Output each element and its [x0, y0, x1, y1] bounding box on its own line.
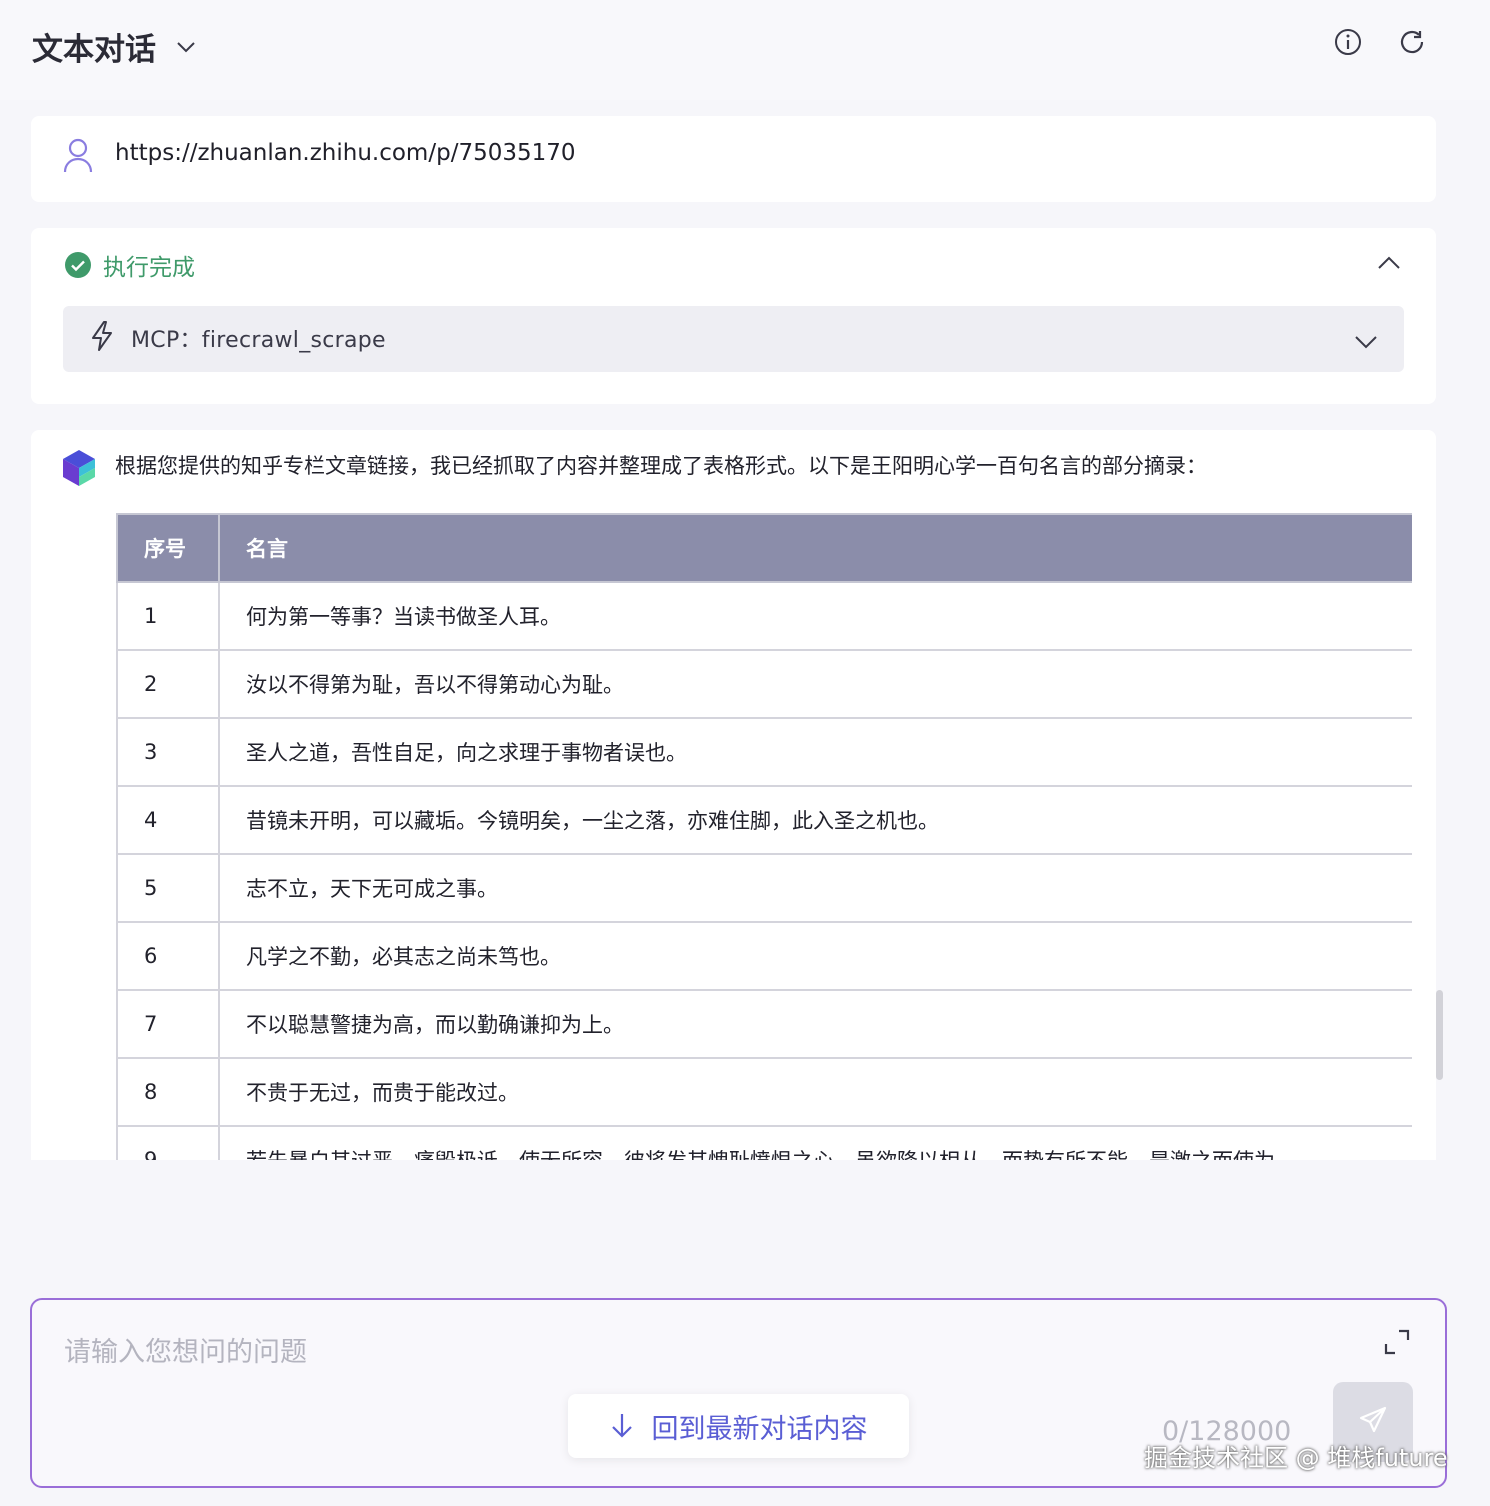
- row-index: 1: [116, 581, 220, 651]
- row-quote: 汝以不得第为耻，吾以不得第动心为耻。: [218, 649, 1412, 719]
- column-header-index: 序号: [116, 513, 220, 583]
- app-header: 文本对话: [0, 0, 1490, 100]
- expand-icon[interactable]: [1383, 1328, 1411, 1360]
- row-index: 7: [116, 989, 220, 1059]
- info-icon[interactable]: [1332, 26, 1364, 58]
- column-header-quote: 名言: [218, 513, 1412, 583]
- chat-scrollbar[interactable]: [1436, 990, 1443, 1080]
- page-title: 文本对话: [32, 32, 156, 68]
- row-quote: 昔镜未开明，可以藏垢。今镜明矣，一尘之落，亦难住脚，此入圣之机也。: [218, 785, 1412, 855]
- table-row: 5 志不立，天下无可成之事。: [116, 853, 1412, 923]
- row-quote: 凡学之不勤，必其志之尚未笃也。: [218, 921, 1412, 991]
- row-index: 9: [116, 1125, 220, 1160]
- scroll-to-latest-button[interactable]: 回到最新对话内容: [568, 1394, 909, 1458]
- user-message-text: https://zhuanlan.zhihu.com/p/75035170: [115, 140, 576, 166]
- row-quote: 圣人之道，吾性自足，向之求理于事物者误也。: [218, 717, 1412, 787]
- row-quote: 志不立，天下无可成之事。: [218, 853, 1412, 923]
- row-index: 4: [116, 785, 220, 855]
- lightning-icon: [89, 320, 115, 356]
- execution-status-label: 执行完成: [103, 255, 195, 281]
- mcp-tool-label: MCP：firecrawl_scrape: [131, 328, 386, 353]
- row-quote: 若先暴白其过恶，痛毁极诋，使无所容，彼将发其愧耻愤恨之心，虽欲降以相从，而势有所…: [218, 1125, 1412, 1160]
- row-quote: 不以聪慧警捷为高，而以勤确谦抑为上。: [218, 989, 1412, 1059]
- assistant-answer-card: 根据您提供的知乎专栏文章链接，我已经抓取了内容并整理成了表格形式。以下是王阳明心…: [31, 430, 1436, 1160]
- row-index: 2: [116, 649, 220, 719]
- row-index: 3: [116, 717, 220, 787]
- user-message-card: https://zhuanlan.zhihu.com/p/75035170: [31, 116, 1436, 202]
- row-index: 8: [116, 1057, 220, 1127]
- check-circle-icon: [65, 252, 91, 278]
- arrow-down-icon: [610, 1411, 634, 1441]
- execution-status: 执行完成: [65, 248, 195, 282]
- user-avatar-icon: [63, 138, 93, 178]
- row-index: 5: [116, 853, 220, 923]
- table-row: 4 昔镜未开明，可以藏垢。今镜明矣，一尘之落，亦难住脚，此入圣之机也。: [116, 785, 1412, 855]
- refresh-icon[interactable]: [1396, 26, 1428, 58]
- send-icon: [1358, 1405, 1388, 1439]
- table-row: 9若先暴白其过恶，痛毁极诋，使无所容，彼将发其愧耻愤恨之心，虽欲降以相从，而势有…: [116, 1125, 1412, 1160]
- row-quote: 不贵于无过，而贵于能改过。: [218, 1057, 1412, 1127]
- table-row: 3 圣人之道，吾性自足，向之求理于事物者误也。: [116, 717, 1412, 787]
- answer-intro-text: 根据您提供的知乎专栏文章链接，我已经抓取了内容并整理成了表格形式。以下是王阳明心…: [115, 454, 1207, 478]
- chevron-down-icon: [174, 35, 198, 59]
- row-index: 6: [116, 921, 220, 991]
- chat-input-placeholder[interactable]: 请输入您想问的问题: [64, 1330, 307, 1369]
- table-header-row: 序号 名言: [116, 513, 1412, 583]
- chevron-down-icon: [1354, 330, 1378, 358]
- table-row: 7 不以聪慧警捷为高，而以勤确谦抑为上。: [116, 989, 1412, 1059]
- scroll-to-latest-label: 回到最新对话内容: [651, 1413, 868, 1445]
- table-row: 6 凡学之不勤，必其志之尚未笃也。: [116, 921, 1412, 991]
- quotes-table: 序号 名言 1 何为第一等事？当读书做圣人耳。 2 汝以不得第为耻，吾以不得第动心为…: [116, 513, 1412, 1160]
- assistant-logo-icon: [61, 448, 97, 492]
- mcp-tool-row[interactable]: MCP：firecrawl_scrape: [63, 306, 1404, 372]
- watermark-text: 掘金技术社区 @ 堆栈future: [1144, 1444, 1448, 1472]
- row-quote: 何为第一等事？当读书做圣人耳。: [218, 581, 1412, 651]
- chevron-up-icon[interactable]: [1376, 250, 1402, 280]
- conversation-mode-selector[interactable]: 文本对话: [32, 24, 198, 69]
- execution-card: 执行完成 MCP：firecrawl_scrape: [31, 228, 1436, 404]
- table-row: 2 汝以不得第为耻，吾以不得第动心为耻。: [116, 649, 1412, 719]
- table-row: 1 何为第一等事？当读书做圣人耳。: [116, 581, 1412, 651]
- table-row: 8 不贵于无过，而贵于能改过。: [116, 1057, 1412, 1127]
